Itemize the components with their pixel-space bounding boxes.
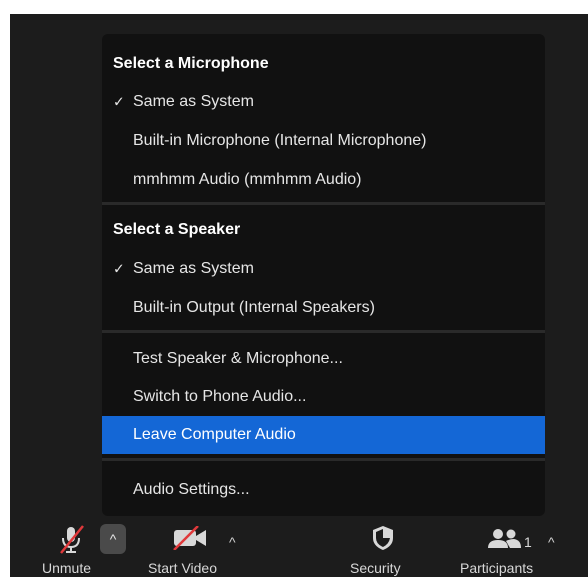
divider [102,458,545,461]
participants-label: Participants [460,560,534,576]
meeting-toolbar: Unmute ^ Start Video ^ Security 1 Partic… [10,519,588,577]
menu-item-label: Same as System [133,260,254,277]
participants-button[interactable]: 1 Participants [456,519,554,577]
shield-icon [370,524,396,555]
menu-item-label: Built-in Microphone (Internal Microphone… [133,132,427,149]
menu-item-speaker-built-in[interactable]: Built-in Output (Internal Speakers) [102,289,545,327]
start-video-button[interactable]: Start Video [146,519,230,577]
menu-item-label: Audio Settings... [133,481,250,498]
menu-item-label: Built-in Output (Internal Speakers) [133,299,375,316]
speaker-section-header: Select a Speaker [113,221,241,238]
menu-item-label: mmhmm Audio (mmhmm Audio) [133,171,362,188]
participants-options-caret[interactable]: ^ [548,534,555,550]
start-video-label: Start Video [148,560,218,576]
menu-item-leave-computer-audio[interactable]: Leave Computer Audio [102,416,545,454]
participants-count: 1 [524,534,532,550]
audio-options-menu: Select a Microphone ✓ Same as System Bui… [102,34,545,516]
divider [102,330,545,333]
checkmark-icon: ✓ [113,93,125,110]
menu-item-mic-same-as-system[interactable]: ✓ Same as System [102,83,545,121]
meeting-window: Select a Microphone ✓ Same as System Bui… [10,14,588,577]
menu-item-mic-built-in[interactable]: Built-in Microphone (Internal Microphone… [102,122,545,160]
people-icon [486,528,522,553]
menu-item-test-speaker-mic[interactable]: Test Speaker & Microphone... [102,340,545,378]
menu-item-audio-settings[interactable]: Audio Settings... [102,471,545,509]
menu-item-label: Leave Computer Audio [133,426,296,443]
menu-item-label: Test Speaker & Microphone... [133,350,343,367]
divider [102,202,545,205]
menu-item-label: Same as System [133,93,254,110]
chevron-up-icon: ^ [109,531,117,547]
unmute-label: Unmute [42,560,92,576]
video-options-caret[interactable]: ^ [229,534,236,550]
security-button[interactable]: Security [348,519,418,577]
unmute-button[interactable]: Unmute [36,519,108,577]
audio-options-caret-button[interactable]: ^ [100,524,126,554]
microphone-section-header: Select a Microphone [113,55,269,72]
menu-item-label: Switch to Phone Audio... [133,388,307,405]
microphone-muted-icon [56,524,86,557]
menu-item-switch-phone-audio[interactable]: Switch to Phone Audio... [102,378,545,416]
camera-off-icon [172,525,208,553]
menu-item-speaker-same-as-system[interactable]: ✓ Same as System [102,250,545,288]
menu-item-mic-mmhmm[interactable]: mmhmm Audio (mmhmm Audio) [102,161,545,199]
checkmark-icon: ✓ [113,260,125,277]
security-label: Security [350,560,401,576]
